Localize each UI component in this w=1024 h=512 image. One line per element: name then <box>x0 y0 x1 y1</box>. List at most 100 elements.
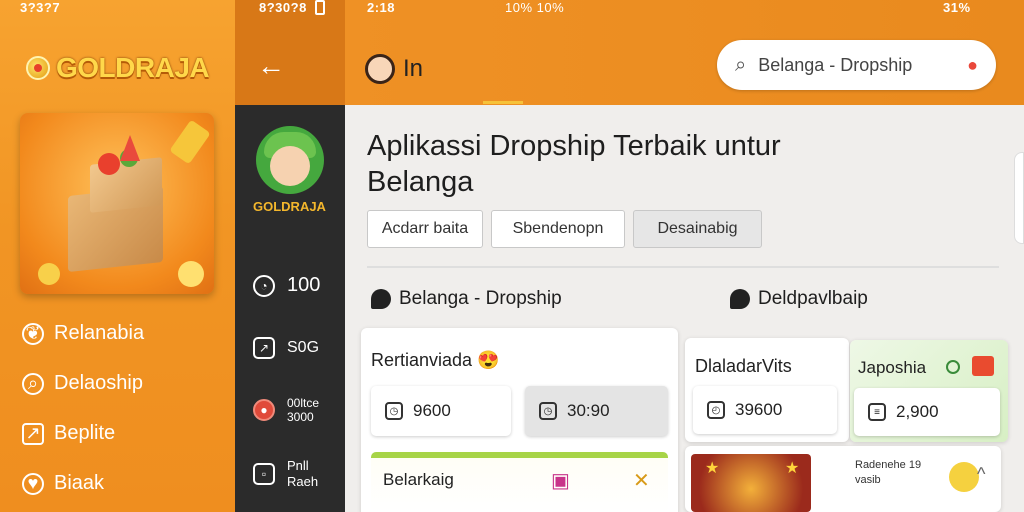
battery-icon <box>315 0 325 15</box>
search-icon: ⌕ <box>22 372 44 395</box>
leaf-icon: ❦ <box>22 322 44 345</box>
brand-logo[interactable]: GOLDRAJA <box>26 52 210 84</box>
left-menu-item-2[interactable]: ⌕ Delaoship <box>22 372 222 395</box>
drawer-item-label: 00ltce 3000 <box>287 396 320 424</box>
left-menu-item-4[interactable]: ♥ Biaak <box>22 472 222 495</box>
party-hat-decoration <box>120 135 140 161</box>
drawer-item-2[interactable]: ↗ S0G <box>253 337 319 359</box>
stat-value: 39600 <box>735 400 783 419</box>
promo-panel: 3?3?7 GOLDRAJA ❦ Relanabia ⌕ Delaoship ↗… <box>0 0 235 512</box>
stat-pill[interactable]: ◴ 39600 <box>693 386 837 434</box>
status-indicators: 10% 10% <box>505 0 565 15</box>
filter-chip-2[interactable]: Sbendenopn <box>491 210 625 248</box>
window-icon: ▫ <box>253 463 275 485</box>
page-title: Aplikassi Dropship Terbaik untur Belanga <box>367 130 781 198</box>
stat-value: 2,900 <box>896 402 939 421</box>
clock-icon: ◷ <box>539 402 557 420</box>
left-menu-item-3[interactable]: ↗ Beplite <box>22 422 222 445</box>
section-header-2[interactable]: Deldpavlbaip <box>730 288 868 310</box>
product-card-left[interactable]: Rertianviada 😍 ◷ 9600 ◷ 30:90 Belarkaig … <box>361 328 678 512</box>
nav-drawer: 8?30?8 ← GOLDRAJA ◔ 100 ↗ S0G ● 00ltce 3… <box>235 0 345 512</box>
check-icon <box>946 360 960 374</box>
stat-pill-1[interactable]: ◷ 9600 <box>371 386 511 436</box>
chat-bubble-icon <box>730 289 750 309</box>
filter-chip-1[interactable]: Acdarr baita <box>367 210 483 248</box>
fruit-decoration <box>178 261 204 287</box>
fruit-decoration <box>38 263 60 285</box>
stat-value: 9600 <box>413 401 451 420</box>
gift-icon: ▣ <box>551 470 570 492</box>
counter-icon: ◴ <box>707 401 725 419</box>
fruit-decoration <box>98 153 120 175</box>
left-menu-item-1[interactable]: ❦ Relanabia <box>22 322 222 345</box>
search-icon: ⌕ <box>735 53 747 76</box>
tab-indicator <box>483 101 523 104</box>
status-battery: 31% <box>943 0 971 15</box>
product-thumbnail: ★ ★ <box>691 454 811 512</box>
left-menu-label: Relanabia <box>54 322 145 344</box>
drawer-header <box>235 0 345 105</box>
filter-chip-3[interactable]: Desainabig <box>633 210 762 248</box>
product-card-b[interactable]: Japoshia ≡ 2,900 <box>850 340 1008 442</box>
sub-card-title: Belarkaig <box>383 470 454 489</box>
location-pin-icon[interactable]: ● <box>967 55 978 76</box>
tag-icon <box>972 356 994 376</box>
product-card-a[interactable]: DlaladarVits ◴ 39600 <box>685 338 849 442</box>
stat-pill-2[interactable]: ◷ 30:90 <box>525 386 668 436</box>
timer-icon: ◔ <box>253 274 275 297</box>
product-card-c[interactable]: ★ ★ Radenehe 19 vasib ^ <box>685 446 1001 512</box>
section-title: Deldpavlbaip <box>758 288 868 309</box>
search-bar[interactable]: ⌕ Belanga - Dropship ● <box>717 40 996 90</box>
clock-icon: ◷ <box>385 402 403 420</box>
left-menu-label: Delaoship <box>54 372 143 394</box>
divider <box>367 266 999 268</box>
bottle-decoration <box>169 119 211 165</box>
drawer-item-3[interactable]: ● 00ltce 3000 <box>253 396 319 424</box>
avatar-face <box>270 146 310 186</box>
left-menu-label: Biaak <box>54 472 105 494</box>
status-time: 8?30?8 <box>259 0 307 15</box>
search-input[interactable]: Belanga - Dropship <box>758 55 955 76</box>
status-time: 3?3?7 <box>20 0 61 15</box>
app-screen: 3?3?7 GOLDRAJA ❦ Relanabia ⌕ Delaoship ↗… <box>0 0 1024 512</box>
hero-image[interactable] <box>20 113 214 294</box>
star-icon: ★ <box>785 460 800 477</box>
left-menu-label: Beplite <box>54 422 116 444</box>
side-panel-edge <box>1014 152 1024 244</box>
drawer-item-label: S0G <box>287 339 320 356</box>
stat-value: 30:90 <box>567 401 610 420</box>
status-time: 2:18 <box>367 0 396 15</box>
chat-bubble-icon <box>371 289 391 309</box>
heart-eyes-emoji: 😍 <box>477 350 500 370</box>
sub-card[interactable]: Belarkaig ▣ ✕ <box>371 452 668 512</box>
card-title-text: Rertianviada <box>371 350 473 370</box>
coin-icon <box>949 462 979 492</box>
chevron-up-icon[interactable]: ^ <box>977 464 985 485</box>
header-logo-text: In <box>403 55 424 82</box>
section-title: Belanga - Dropship <box>399 288 562 309</box>
list-icon: ≡ <box>868 403 886 421</box>
heart-icon: ♥ <box>22 472 44 495</box>
header-logo[interactable]: In <box>365 54 423 84</box>
section-header-1[interactable]: Belanga - Dropship <box>371 288 562 310</box>
card-title: DlaladarVits <box>695 356 792 376</box>
drawer-item-1[interactable]: ◔ 100 <box>253 274 320 297</box>
back-arrow-icon[interactable]: ← <box>257 52 285 80</box>
edit-icon: ↗ <box>22 422 44 445</box>
card-title: Rertianviada 😍 <box>371 350 500 371</box>
avatar[interactable] <box>256 126 324 194</box>
card-caption: Radenehe 19 vasib <box>855 459 922 486</box>
stat-pill[interactable]: ≡ 2,900 <box>854 388 1000 436</box>
mascot-icon <box>365 54 395 84</box>
drawer-item-label: Pnll Raeh <box>287 458 319 489</box>
card-title: Japoshia <box>858 358 927 377</box>
brand-name: GOLDRAJA <box>56 52 210 83</box>
drawer-brand: GOLDRAJA <box>253 199 326 214</box>
tools-icon: ✕ <box>633 470 650 492</box>
edit-icon: ↗ <box>253 337 275 359</box>
coin-icon <box>26 56 50 80</box>
record-icon: ● <box>253 399 275 421</box>
drawer-item-label: 100 <box>287 274 321 296</box>
drawer-item-4[interactable]: ▫ Pnll Raeh <box>253 458 318 490</box>
star-icon: ★ <box>705 460 720 477</box>
